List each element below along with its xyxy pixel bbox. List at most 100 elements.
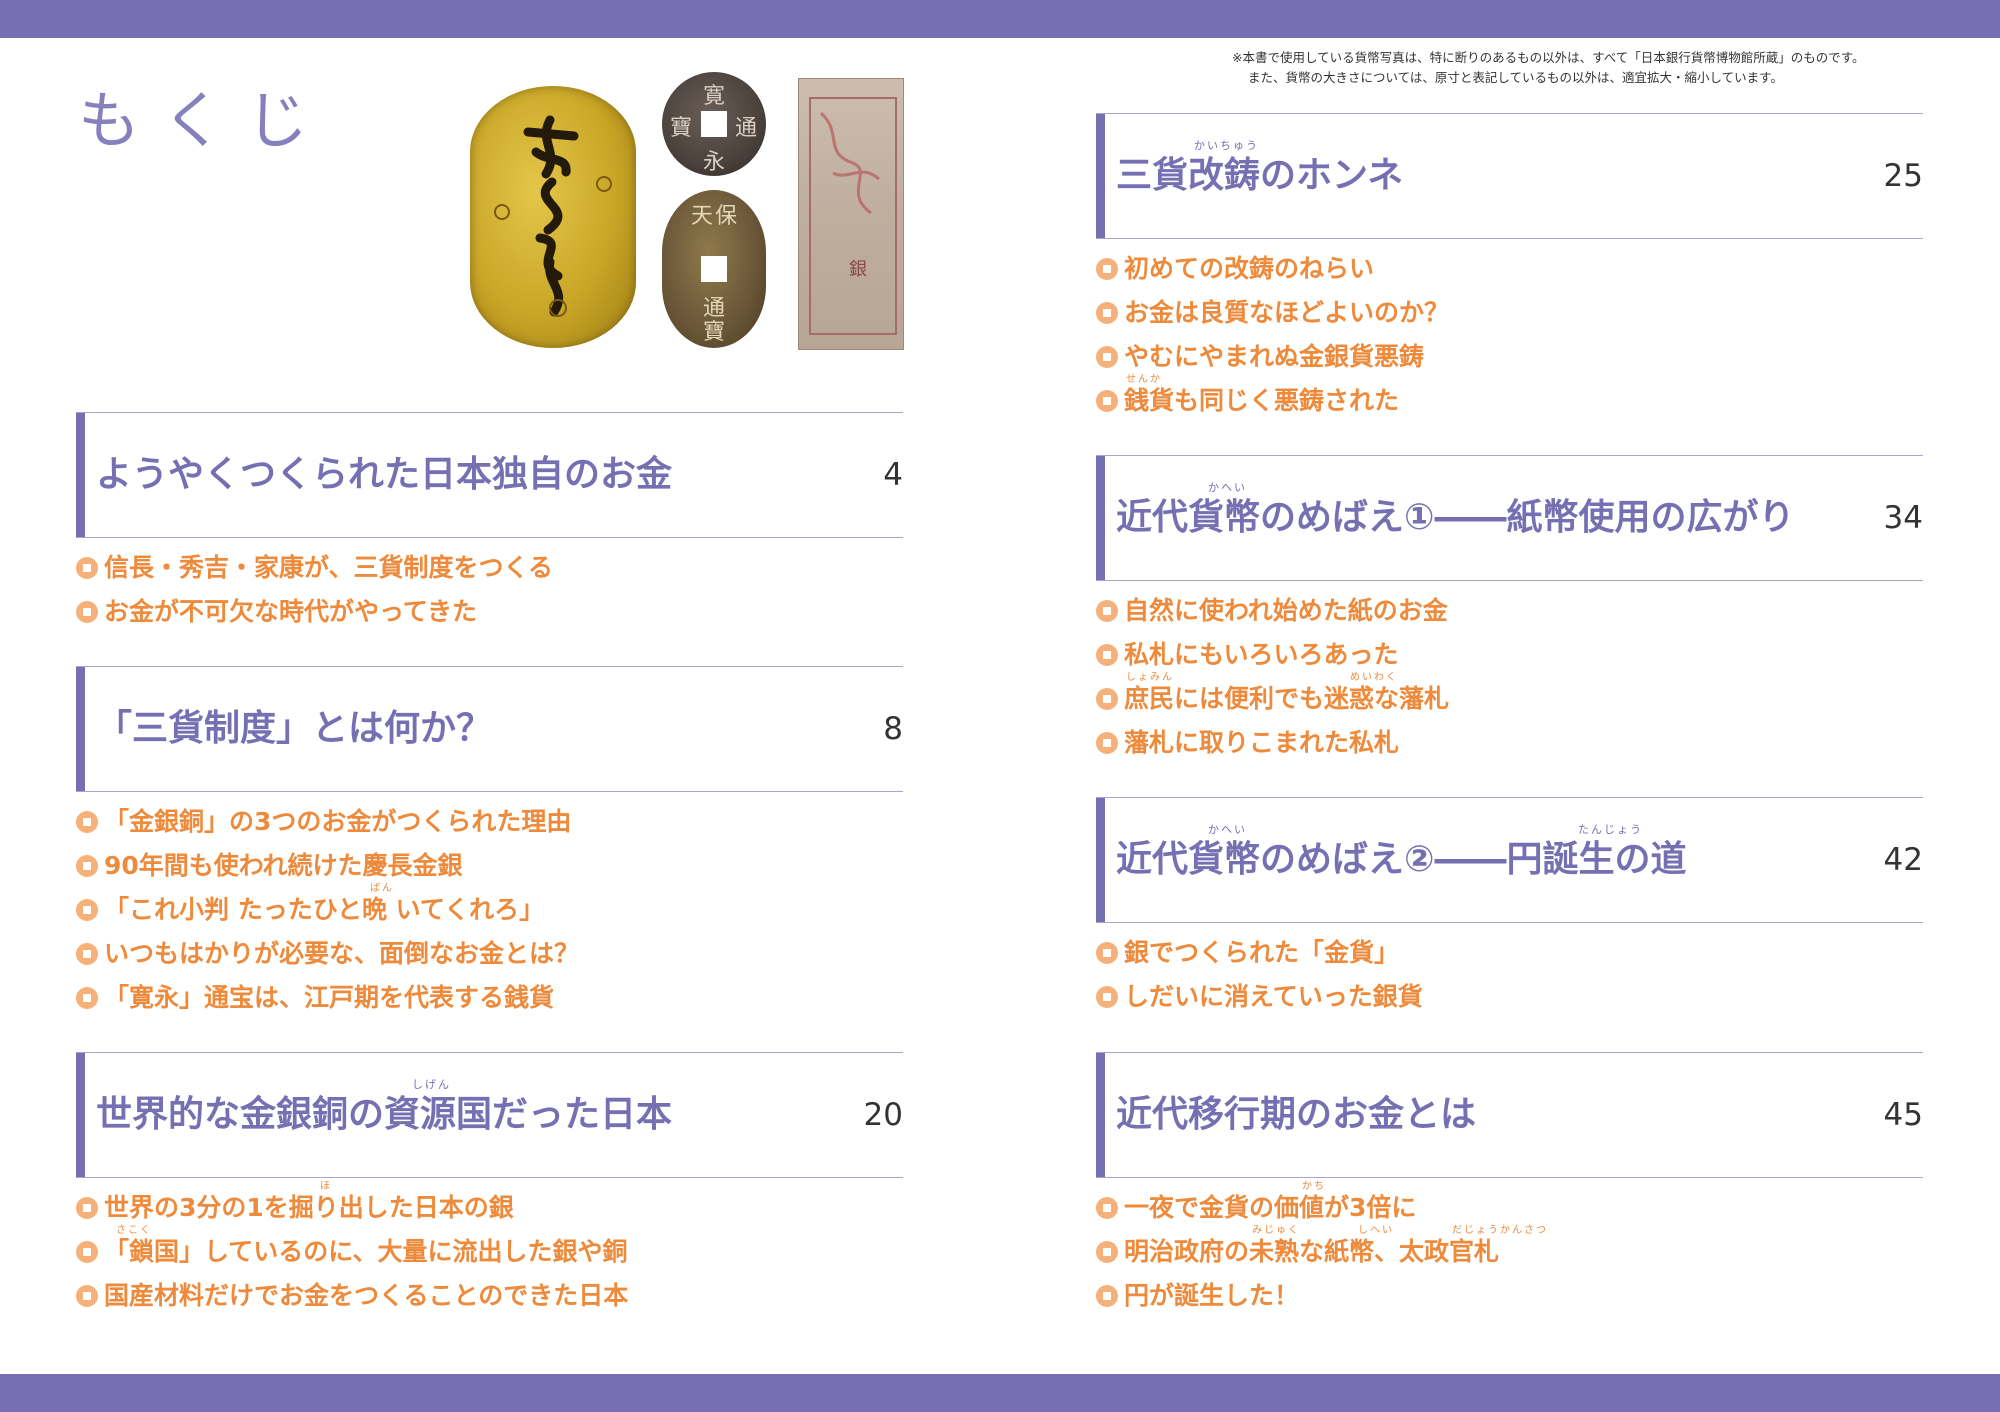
bullet-icon bbox=[1096, 346, 1118, 368]
toc-item[interactable]: 90年間も使われ続けた慶長金銀 bbox=[76, 844, 903, 888]
toc-item[interactable]: 初めての改鋳のねらい bbox=[1096, 247, 1923, 291]
ruby-text: さこく bbox=[116, 1225, 152, 1236]
bullet-icon bbox=[1096, 688, 1118, 710]
kanei-tsuho-coin-image: 寛 通 永 寶 bbox=[662, 72, 766, 176]
coin-char-bottom: 永 bbox=[703, 150, 726, 175]
section-title[interactable]: ようやくつくられた日本独自のお金 bbox=[96, 413, 672, 537]
toc-item[interactable]: 円が誕生した！ bbox=[1096, 1274, 1923, 1318]
bullet-icon bbox=[1096, 986, 1118, 1008]
section-page-number: 8 bbox=[883, 711, 903, 747]
ruby-text: せんか bbox=[1126, 374, 1162, 385]
bullet-icon bbox=[76, 899, 98, 921]
coin-char-top-1: 天 bbox=[691, 204, 714, 229]
toc-section-5: かへい 近代貨幣のめばえ①――紙幣使用の広がり 34 自然に使われ始めた紙のお金… bbox=[1096, 455, 1923, 765]
bullet-icon bbox=[1096, 302, 1118, 324]
bullet-icon bbox=[1096, 732, 1118, 754]
section-accent-bar bbox=[76, 667, 85, 791]
top-band bbox=[0, 0, 2000, 38]
bullet-icon bbox=[76, 943, 98, 965]
koban-ink-inscription bbox=[494, 115, 612, 317]
section-page-number: 25 bbox=[1883, 158, 1923, 194]
ruby-text: みじゅく bbox=[1252, 1225, 1300, 1236]
bullet-icon bbox=[1096, 600, 1118, 622]
section-accent-bar bbox=[1096, 456, 1105, 580]
toc-item[interactable]: 銀でつくられた「金貨」 bbox=[1096, 931, 1923, 975]
section-items: 「金銀銅」の3つのお金がつくられた理由 90年間も使われ続けた慶長金銀 ばん 「こ… bbox=[76, 800, 903, 1020]
toc-section-2: 「三貨制度」とは何か？ 8 「金銀銅」の3つのお金がつくられた理由 90年間も使… bbox=[76, 666, 903, 1020]
toc-item[interactable]: やむにやまれぬ金銀貨悪鋳 bbox=[1096, 335, 1923, 379]
tenpo-tsuho-coin-image: 天 保 通 寶 bbox=[662, 190, 766, 348]
bullet-icon bbox=[1096, 1285, 1118, 1307]
section-page-number: 4 bbox=[883, 457, 903, 493]
toc-section-4: かいちゅう 三貨改鋳のホンネ 25 初めての改鋳のねらい お金は良質なほどよいの… bbox=[1096, 113, 1923, 423]
ruby-text: かち bbox=[1302, 1181, 1326, 1192]
section-title[interactable]: 近代移行期のお金とは bbox=[1116, 1053, 1476, 1177]
bullet-icon bbox=[1096, 1197, 1118, 1219]
bullet-icon bbox=[1096, 942, 1118, 964]
section-title[interactable]: 世界的な金銀銅の資源国だった日本 bbox=[96, 1053, 672, 1177]
section-page-number: 34 bbox=[1883, 500, 1923, 536]
toc-section-3: しげん 世界的な金銀銅の資源国だった日本 20 ほ世界の3分の1を掘り出した日本… bbox=[76, 1052, 903, 1318]
toc-section-7: 近代移行期のお金とは 45 かち 一夜で金貨の価値が3倍に みじゅく しへい だじょう… bbox=[1096, 1052, 1923, 1318]
toc-item[interactable]: 私札にもいろいろあった bbox=[1096, 633, 1923, 677]
bullet-icon bbox=[1096, 1241, 1118, 1263]
section-heading: 「三貨制度」とは何か？ 8 bbox=[76, 666, 903, 792]
toc-item[interactable]: 自然に使われ始めた紙のお金 bbox=[1096, 589, 1923, 633]
toc-item[interactable]: ほ世界の3分の1を掘り出した日本の銀 bbox=[76, 1182, 903, 1230]
photo-credit-note: ※本書で使用している貨幣写真は、特に断りのあるもの以外は、すべて「日本銀行貨幣博… bbox=[1232, 48, 1992, 88]
section-items: 初めての改鋳のねらい お金は良質なほどよいのか？ やむにやまれぬ金銀貨悪鋳 せん… bbox=[1096, 247, 1923, 423]
toc-item[interactable]: かち 一夜で金貨の価値が3倍に bbox=[1096, 1182, 1923, 1230]
ruby-text: しへい bbox=[1358, 1225, 1394, 1236]
section-heading: かへい 近代貨幣のめばえ①――紙幣使用の広がり 34 bbox=[1096, 455, 1923, 581]
toc-item[interactable]: 国産材料だけでお金をつくることのできた日本 bbox=[76, 1274, 903, 1318]
coin-char-top: 寛 bbox=[703, 84, 726, 109]
note-line-1: ※本書で使用している貨幣写真は、特に断りのあるもの以外は、すべて「日本銀行貨幣博… bbox=[1232, 50, 1865, 65]
section-title[interactable]: 「三貨制度」とは何か？ bbox=[96, 667, 492, 791]
section-heading: しげん 世界的な金銀銅の資源国だった日本 20 bbox=[76, 1052, 903, 1178]
bullet-icon bbox=[1096, 390, 1118, 412]
bullet-icon bbox=[1096, 644, 1118, 666]
toc-item[interactable]: 「寛永」通宝は、江戸期を代表する銭貨 bbox=[76, 976, 903, 1020]
coin-char-bottom-2: 寶 bbox=[703, 320, 726, 345]
toc-item[interactable]: いつもはかりが必要な、面倒なお金とは？ bbox=[76, 932, 903, 976]
toc-item[interactable]: 藩札に取りこまれた私札 bbox=[1096, 721, 1923, 765]
bullet-icon bbox=[76, 601, 98, 623]
coin-hole bbox=[701, 256, 727, 282]
section-title[interactable]: 近代貨幣のめばえ①――紙幣使用の広がり bbox=[1116, 456, 1794, 580]
section-accent-bar bbox=[76, 1053, 85, 1177]
toc-item[interactable]: しょみん めいわく 庶民には便利でも迷惑な藩札 bbox=[1096, 673, 1923, 721]
toc-item[interactable]: みじゅく しへい だじょうかんさつ 明治政府の未熟な紙幣、太政官札 bbox=[1096, 1226, 1923, 1274]
ruby-text: だじょうかんさつ bbox=[1452, 1225, 1548, 1236]
bullet-icon bbox=[76, 811, 98, 833]
section-title[interactable]: 三貨改鋳のホンネ bbox=[1116, 114, 1403, 238]
toc-item[interactable]: お金が不可欠な時代がやってきた bbox=[76, 590, 903, 634]
toc-item[interactable]: さこく 「鎖国」しているのに、大量に流出した銀や銅 bbox=[76, 1226, 903, 1274]
hansatsu-paper-note-image: 銀 bbox=[798, 78, 904, 350]
coin-hole bbox=[701, 111, 727, 137]
toc-item[interactable]: お金は良質なほどよいのか？ bbox=[1096, 291, 1923, 335]
section-heading: ようやくつくられた日本独自のお金 4 bbox=[76, 412, 903, 538]
ruby-text: めいわく bbox=[1350, 672, 1398, 683]
toc-item[interactable]: 「金銀銅」の3つのお金がつくられた理由 bbox=[76, 800, 903, 844]
toc-item[interactable]: せんか 銭貨も同じく悪鋳された bbox=[1096, 375, 1923, 423]
section-items: 自然に使われ始めた紙のお金 私札にもいろいろあった しょみん めいわく 庶民には便利… bbox=[1096, 589, 1923, 765]
note-line-2: また、貨幣の大きさについては、原寸と表記しているもの以外は、適宜拡大・縮小してい… bbox=[1248, 70, 1783, 85]
section-items: かち 一夜で金貨の価値が3倍に みじゅく しへい だじょうかんさつ 明治政府の未熟な紙幣… bbox=[1096, 1182, 1923, 1318]
toc-item[interactable]: 信長・秀吉・家康が、三貨制度をつくる bbox=[76, 546, 903, 590]
bullet-icon bbox=[76, 1241, 98, 1263]
section-items: ほ世界の3分の1を掘り出した日本の銀 さこく 「鎖国」しているのに、大量に流出した… bbox=[76, 1182, 903, 1318]
section-accent-bar bbox=[1096, 1053, 1105, 1177]
ruby-text: ほ bbox=[320, 1181, 332, 1192]
toc-section-1: ようやくつくられた日本独自のお金 4 信長・秀吉・家康が、三貨制度をつくる お金… bbox=[76, 412, 903, 634]
bottom-band bbox=[0, 1374, 2000, 1412]
note-red-seal-pattern bbox=[819, 111, 880, 215]
coin-char-right: 通 bbox=[735, 116, 758, 141]
bullet-icon bbox=[76, 557, 98, 579]
section-title[interactable]: 近代貨幣のめばえ②――円誕生の道 bbox=[1116, 798, 1686, 922]
section-accent-bar bbox=[1096, 114, 1105, 238]
section-items: 銀でつくられた「金貨」 しだいに消えていった銀貨 bbox=[1096, 931, 1923, 1019]
section-heading: かいちゅう 三貨改鋳のホンネ 25 bbox=[1096, 113, 1923, 239]
toc-item[interactable]: ばん 「これ小判 たったひと晩 いてくれろ」 bbox=[76, 884, 903, 932]
section-heading: かへい たんじょう 近代貨幣のめばえ②――円誕生の道 42 bbox=[1096, 797, 1923, 923]
toc-item[interactable]: しだいに消えていった銀貨 bbox=[1096, 975, 1923, 1019]
